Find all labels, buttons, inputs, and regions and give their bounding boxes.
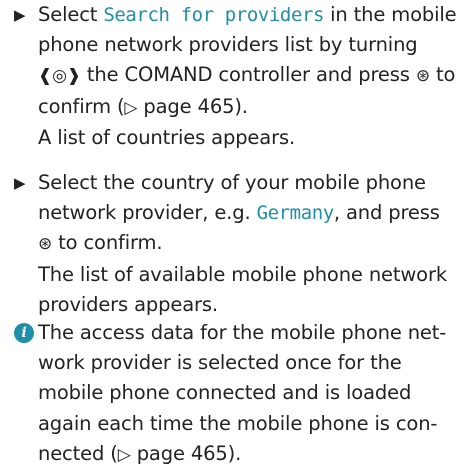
note-text-a: The access data for the mobile phone net…	[38, 321, 447, 465]
controller-press-icon: ⊛	[38, 234, 53, 255]
step-2-result: The list of available mobile phone netwo…	[38, 262, 447, 316]
step-1-result: A list of countries appears.	[38, 125, 296, 149]
controller-press-icon: ⊛	[415, 66, 430, 87]
step-1-page-ref: page 465).	[137, 94, 248, 118]
search-for-providers-label: Search for providers	[103, 4, 325, 26]
germany-label: Germany	[256, 202, 335, 225]
instruction-step-1: ▶ Select Search for providers in the mob…	[14, 0, 459, 153]
page-reference-icon: ▷	[124, 97, 138, 118]
instruction-step-2: ▶ Select the country of your mobile phon…	[14, 168, 459, 320]
note-paragraph: i The access data for the mobile phone n…	[14, 318, 459, 470]
step-1-paragraph: ▶ Select Search for providers in the mob…	[14, 0, 459, 153]
step-arrow-icon: ▶	[14, 174, 26, 192]
step-2-paragraph: ▶ Select the country of your mobile phon…	[14, 168, 459, 320]
info-icon: i	[14, 323, 34, 343]
note-page-ref: page 465).	[130, 441, 242, 465]
controller-turn-icon: ❰◎❱	[38, 66, 81, 87]
step-arrow-icon: ▶	[14, 6, 26, 24]
step-2-text-b: to confirm.	[52, 231, 163, 255]
step-2-text-a: , and press	[333, 201, 440, 225]
step-1-text-b: the COMAND controller and press	[80, 63, 416, 87]
page-reference-icon: ▷	[117, 444, 131, 465]
manual-page: ▶ Select Search for providers in the mob…	[0, 0, 463, 469]
step-1-text-before: Select	[38, 3, 104, 26]
info-note: i The access data for the mobile phone n…	[14, 318, 459, 470]
